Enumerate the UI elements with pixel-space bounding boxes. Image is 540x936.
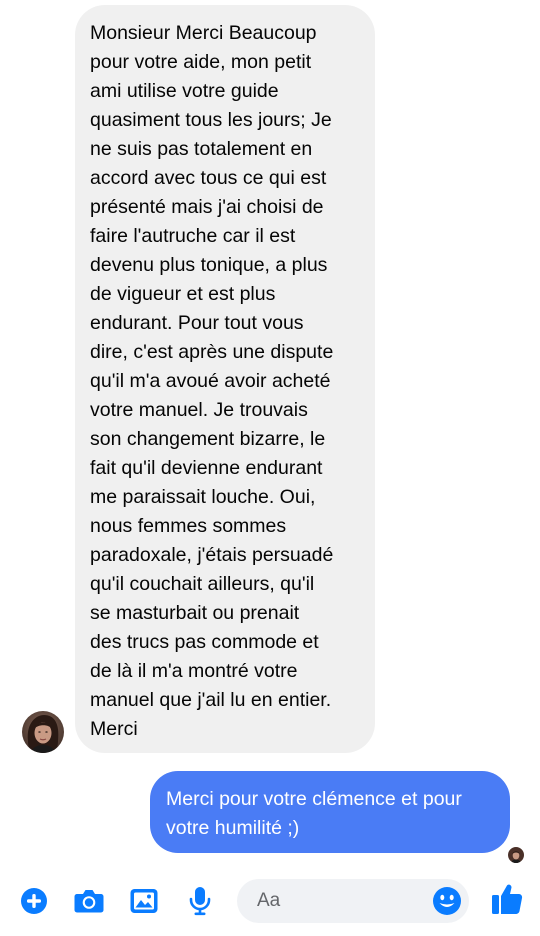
messenger-chat-screen: Monsieur Merci Beaucoup pour votre aide,… bbox=[0, 0, 540, 936]
gallery-button[interactable] bbox=[126, 883, 162, 919]
like-button[interactable] bbox=[489, 881, 525, 917]
outgoing-message-bubble: Merci pour votre clémence et pour votre … bbox=[150, 771, 510, 853]
avatar-photo bbox=[22, 711, 64, 753]
read-receipt-icon bbox=[508, 847, 524, 863]
sender-avatar[interactable] bbox=[22, 711, 64, 753]
camera-icon bbox=[74, 890, 104, 913]
more-actions-button[interactable] bbox=[16, 883, 52, 919]
microphone-icon bbox=[189, 887, 211, 916]
incoming-message-bubble: Monsieur Merci Beaucoup pour votre aide,… bbox=[75, 5, 375, 753]
plus-circle-icon bbox=[21, 888, 47, 914]
emoji-icon bbox=[433, 887, 461, 915]
thumbs-up-icon bbox=[492, 884, 523, 914]
read-receipt-avatar bbox=[508, 847, 524, 863]
camera-button[interactable] bbox=[71, 883, 107, 919]
message-input-placeholder: Aa bbox=[257, 890, 281, 911]
voice-clip-button[interactable] bbox=[182, 883, 218, 919]
image-icon bbox=[130, 889, 158, 913]
emoji-button[interactable] bbox=[430, 884, 464, 918]
